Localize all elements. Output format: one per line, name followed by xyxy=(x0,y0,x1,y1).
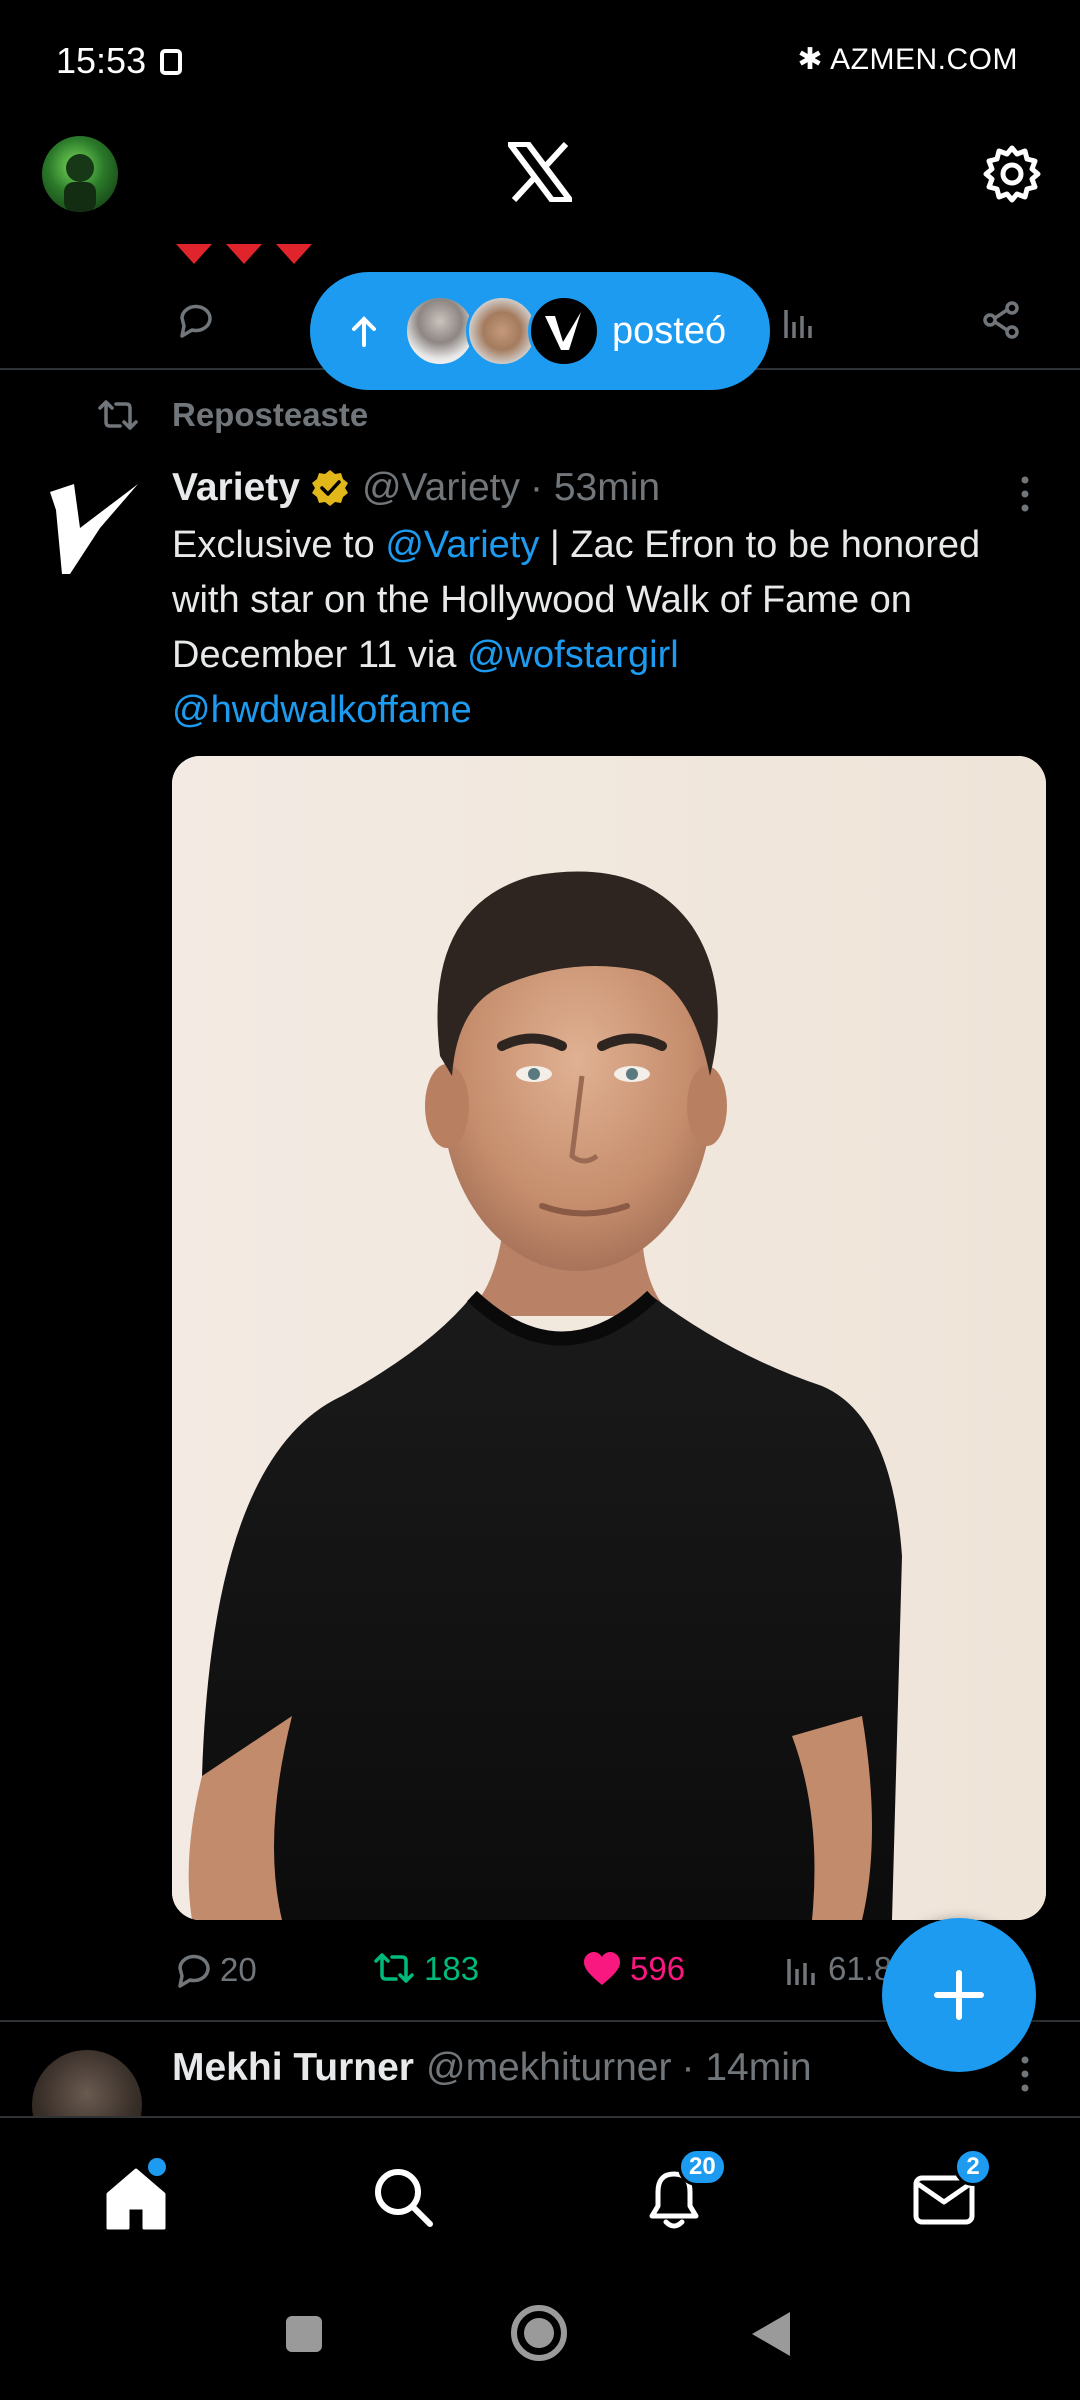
nav-messages[interactable]: 2 xyxy=(904,2148,992,2238)
gear-icon[interactable] xyxy=(980,142,1044,206)
views-icon xyxy=(787,1959,815,1985)
nav-home[interactable] xyxy=(96,2158,176,2238)
previous-tweet-emoji xyxy=(172,244,322,273)
tweet-header: Variety @Variety · 53min xyxy=(172,466,660,510)
messages-badge: 2 xyxy=(954,2148,992,2186)
like-count: 596 xyxy=(630,1950,686,1987)
heart-filled-icon xyxy=(584,1952,620,1985)
more-options-icon[interactable] xyxy=(1010,474,1040,514)
mention-link[interactable]: @wofstargirl xyxy=(467,634,679,676)
views-icon[interactable] xyxy=(780,302,820,342)
tweet-text: Exclusive to @Variety | Zac Efron to be … xyxy=(172,524,981,731)
bluetooth-icon: ✱ xyxy=(797,43,823,76)
reply-button[interactable]: 20 xyxy=(172,1950,257,1990)
status-watermark: AZMEN.COM xyxy=(830,43,1018,76)
tweet-actions: 20 183 596 61.8 xyxy=(172,1950,912,2000)
bottom-nav: 20 2 xyxy=(0,2116,1080,2276)
status-time: 15:53 xyxy=(56,40,183,82)
variety-avatar[interactable] xyxy=(40,470,150,580)
screen-record-icon xyxy=(160,49,183,75)
pill-label: posteó xyxy=(612,309,727,352)
verified-badge-icon xyxy=(311,470,348,506)
home-circle-icon[interactable] xyxy=(510,2304,568,2362)
repost-icon xyxy=(374,1953,414,1983)
reply-icon[interactable] xyxy=(174,300,214,340)
repost-label: Reposteaste xyxy=(172,396,369,433)
nav-notifications[interactable]: 20 xyxy=(634,2148,727,2238)
back-icon[interactable] xyxy=(748,2310,794,2358)
status-right: ✱ AZMEN.COM xyxy=(797,42,1018,77)
search-icon xyxy=(375,2169,433,2227)
arrow-up-icon xyxy=(352,316,376,347)
profile-avatar[interactable] xyxy=(42,136,118,212)
repost-icon xyxy=(98,400,138,430)
repost-count: 183 xyxy=(424,1950,480,1987)
author-name[interactable]: Mekhi Turner xyxy=(172,2046,414,2090)
views-button[interactable]: 61.8 xyxy=(784,1950,892,1988)
tweet-image[interactable] xyxy=(172,756,1046,1920)
reply-count: 20 xyxy=(220,1951,257,1988)
plus-icon xyxy=(934,1970,984,2020)
author-name[interactable]: Variety xyxy=(172,466,300,510)
system-nav-bar xyxy=(0,2276,1080,2400)
tweet-time: · 14min xyxy=(681,2046,812,2089)
mention-link[interactable]: @Variety xyxy=(385,524,539,566)
recents-icon[interactable] xyxy=(284,2314,324,2354)
share-icon[interactable] xyxy=(982,300,1022,340)
mention-link[interactable]: @hwdwalkoffame xyxy=(172,689,472,731)
new-posts-pill[interactable]: posteó xyxy=(310,272,770,390)
next-tweet-header: Mekhi Turner @mekhiturner · 14min xyxy=(172,2046,812,2090)
notifications-badge: 20 xyxy=(678,2148,727,2186)
compose-button[interactable] xyxy=(882,1918,1036,2072)
author-handle[interactable]: @Variety xyxy=(362,466,520,510)
repost-indicator: Reposteaste xyxy=(96,396,368,434)
home-unread-dot xyxy=(148,2158,166,2176)
more-options-icon[interactable] xyxy=(1010,2054,1040,2094)
tweet-time: · 53min xyxy=(530,466,661,509)
author-handle[interactable]: @mekhiturner xyxy=(426,2046,672,2090)
reply-icon xyxy=(178,1954,210,1988)
like-button[interactable]: 596 xyxy=(582,1950,685,1988)
repost-button[interactable]: 183 xyxy=(372,1950,479,1988)
nav-search[interactable] xyxy=(364,2158,444,2238)
x-logo-icon[interactable] xyxy=(504,141,576,203)
pill-avatar-variety xyxy=(528,295,600,367)
